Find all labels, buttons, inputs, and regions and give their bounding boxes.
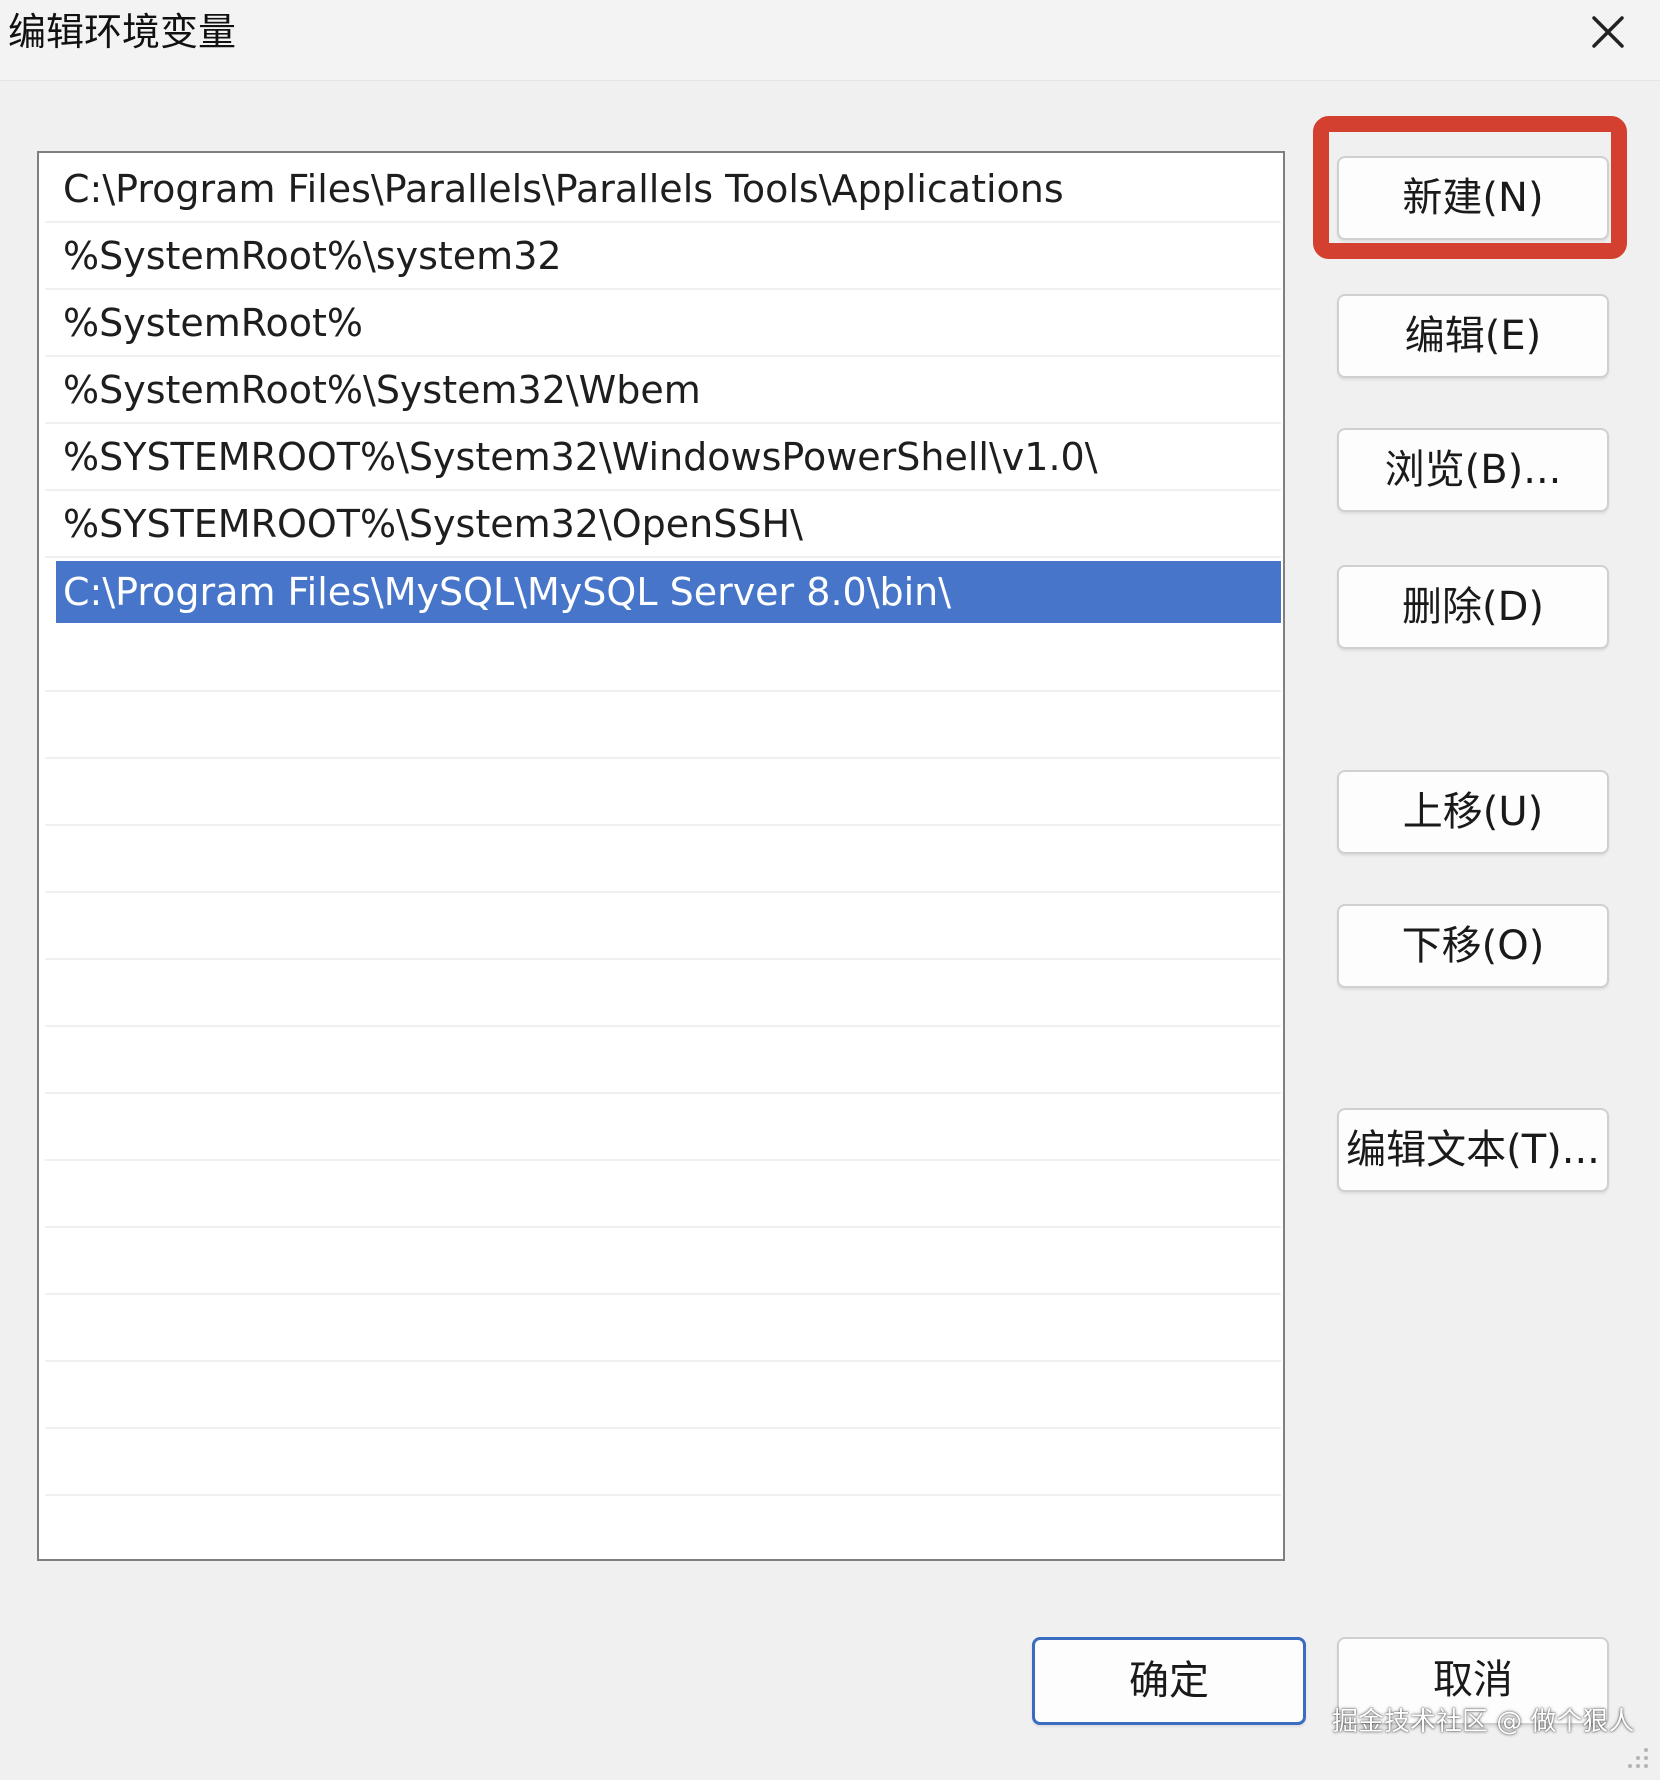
path-list[interactable]: C:\Program Files\Parallels\Parallels Too… bbox=[37, 151, 1285, 1561]
list-item[interactable]: %SYSTEMROOT%\System32\OpenSSH\ bbox=[45, 492, 1281, 558]
empty-list-row[interactable] bbox=[45, 693, 1281, 759]
watermark: 掘金技术社区 @ 做个狠人 bbox=[1332, 1707, 1635, 1737]
list-item[interactable]: C:\Program Files\Parallels\Parallels Too… bbox=[45, 157, 1281, 223]
empty-list-row[interactable] bbox=[45, 827, 1281, 893]
move-up-button[interactable]: 上移(U) bbox=[1337, 770, 1609, 854]
annotation-highlight-box bbox=[1313, 116, 1627, 259]
edit-button[interactable]: 编辑(E) bbox=[1337, 294, 1609, 378]
empty-list-row[interactable] bbox=[45, 1296, 1281, 1362]
empty-list-row[interactable] bbox=[45, 961, 1281, 1027]
empty-list-row[interactable] bbox=[45, 626, 1281, 692]
title-bar: 编辑环境变量 bbox=[0, 0, 1660, 81]
empty-list-row[interactable] bbox=[45, 760, 1281, 826]
empty-list-row[interactable] bbox=[45, 1497, 1281, 1559]
move-down-button[interactable]: 下移(O) bbox=[1337, 904, 1609, 988]
resize-grip-icon[interactable] bbox=[1624, 1744, 1652, 1772]
empty-list-row[interactable] bbox=[45, 1162, 1281, 1228]
empty-list-row[interactable] bbox=[45, 894, 1281, 960]
empty-list-row[interactable] bbox=[45, 1229, 1281, 1295]
list-item[interactable]: %SystemRoot%\system32 bbox=[45, 224, 1281, 290]
list-item[interactable]: %SystemRoot% bbox=[45, 291, 1281, 357]
browse-button[interactable]: 浏览(B)... bbox=[1337, 428, 1609, 512]
empty-list-row[interactable] bbox=[45, 1430, 1281, 1496]
edit-environment-variable-dialog: 编辑环境变量 C:\Program Files\Parallels\Parall… bbox=[0, 0, 1660, 1780]
list-item[interactable]: %SYSTEMROOT%\System32\WindowsPowerShell\… bbox=[45, 425, 1281, 491]
dialog-title: 编辑环境变量 bbox=[8, 10, 237, 54]
list-item[interactable]: %SystemRoot%\System32\Wbem bbox=[45, 358, 1281, 424]
empty-list-row[interactable] bbox=[45, 1363, 1281, 1429]
ok-button[interactable]: 确定 bbox=[1032, 1637, 1306, 1725]
delete-button[interactable]: 删除(D) bbox=[1337, 565, 1609, 649]
list-item-selected[interactable]: C:\Program Files\MySQL\MySQL Server 8.0\… bbox=[56, 561, 1281, 623]
empty-list-row[interactable] bbox=[45, 1028, 1281, 1094]
empty-list-row[interactable] bbox=[45, 1095, 1281, 1161]
close-icon[interactable] bbox=[1580, 4, 1636, 60]
edit-text-button[interactable]: 编辑文本(T)... bbox=[1337, 1108, 1609, 1192]
